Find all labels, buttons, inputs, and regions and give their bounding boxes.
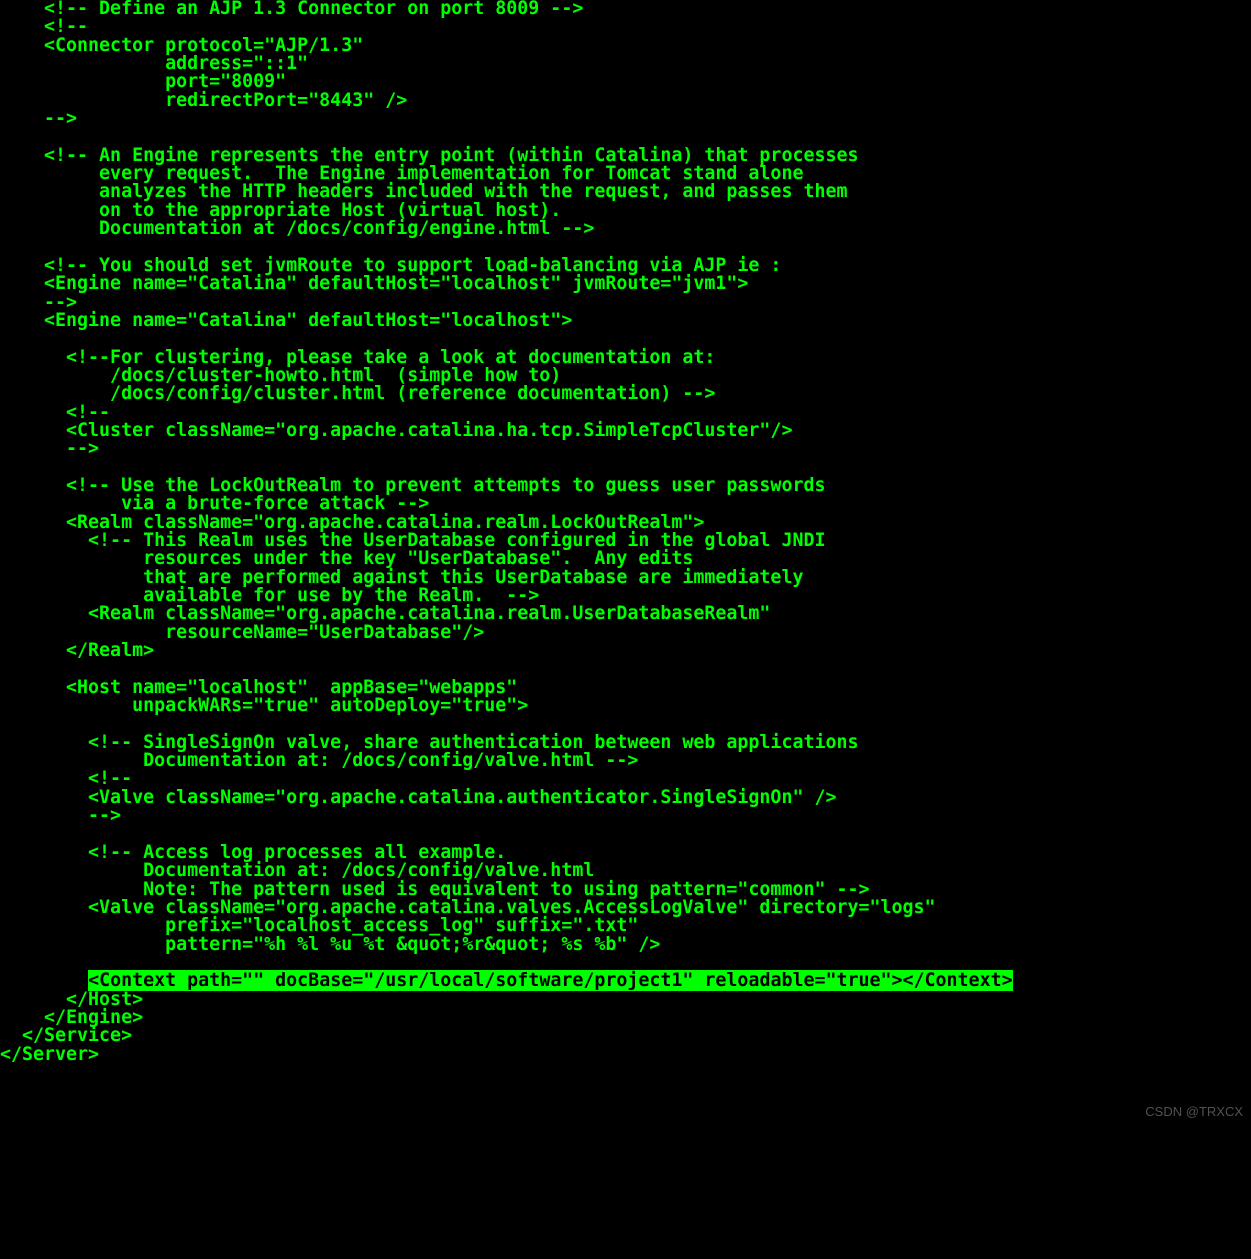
watermark-text: CSDN @TRXCX: [1145, 1104, 1243, 1119]
xml-code-block: <!-- Define an AJP 1.3 Connector on port…: [0, 0, 1251, 1064]
